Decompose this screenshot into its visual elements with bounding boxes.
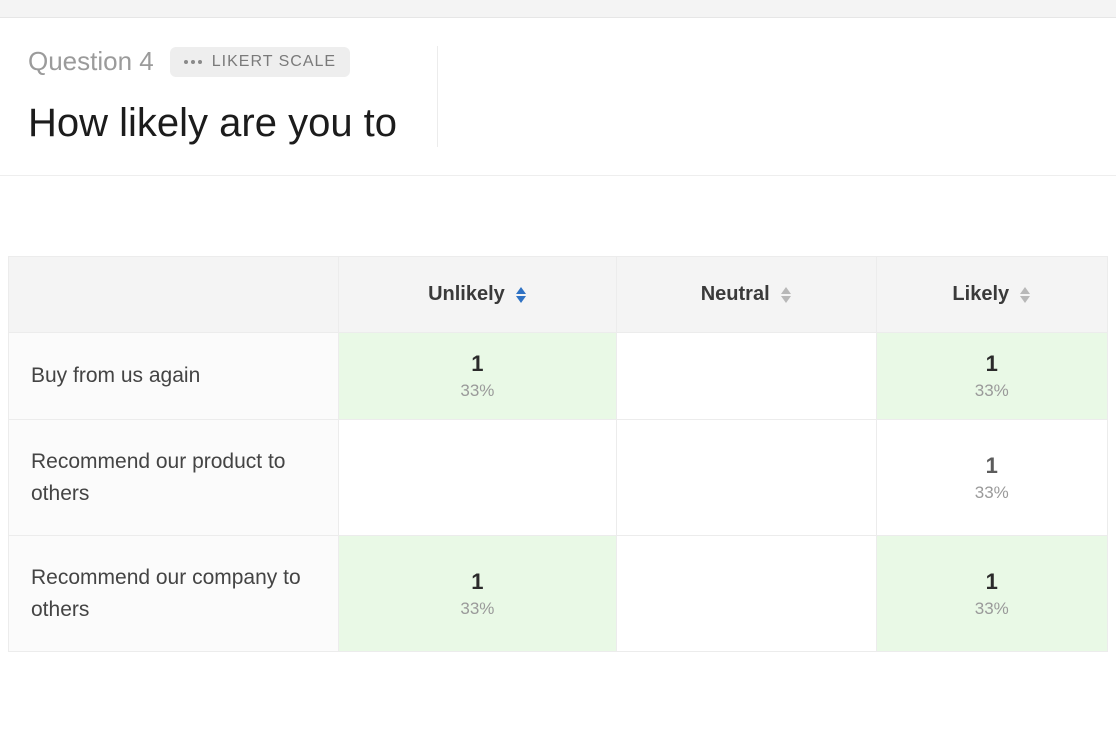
table-row: Recommend our product to others133% — [9, 420, 1108, 536]
column-header[interactable]: Likely — [876, 257, 1107, 333]
result-count: 1 — [887, 351, 1097, 377]
column-label: Neutral — [701, 283, 770, 306]
result-cell: 133% — [876, 420, 1107, 536]
result-percent: 33% — [887, 381, 1097, 401]
row-label: Buy from us again — [9, 333, 339, 420]
column-header[interactable]: Unlikely — [339, 257, 617, 333]
ellipsis-icon — [184, 60, 202, 64]
question-meta: Question 4 LIKERT SCALE — [28, 46, 397, 77]
question-type-badge: LIKERT SCALE — [170, 47, 350, 77]
row-label: Recommend our company to others — [9, 536, 339, 652]
result-cell: 133% — [876, 333, 1107, 420]
sort-icon — [780, 287, 792, 303]
result-count: 1 — [887, 453, 1097, 479]
question-type-label: LIKERT SCALE — [212, 53, 336, 71]
question-header-left: Question 4 LIKERT SCALE How likely are y… — [28, 46, 438, 147]
table-row: Recommend our company to others133%133% — [9, 536, 1108, 652]
column-header[interactable]: Neutral — [616, 257, 876, 333]
likert-body: Buy from us again133%133%Recommend our p… — [9, 333, 1108, 652]
result-count: 1 — [349, 351, 606, 377]
result-count: 1 — [349, 569, 606, 595]
top-strip — [0, 0, 1116, 18]
likert-corner-cell — [9, 257, 339, 333]
result-cell — [616, 536, 876, 652]
likert-header-row: Unlikely Neutral Likely — [9, 257, 1108, 333]
likert-results-section: UnlikelyNeutralLikely Buy from us again1… — [0, 176, 1116, 692]
question-header: Question 4 LIKERT SCALE How likely are y… — [0, 18, 1116, 176]
result-percent: 33% — [349, 599, 606, 619]
result-count: 1 — [887, 569, 1097, 595]
result-percent: 33% — [887, 599, 1097, 619]
question-text: How likely are you to — [28, 99, 397, 147]
likert-table: UnlikelyNeutralLikely Buy from us again1… — [8, 256, 1108, 652]
row-label: Recommend our product to others — [9, 420, 339, 536]
column-label: Likely — [952, 283, 1009, 306]
sort-icon — [515, 287, 527, 303]
result-percent: 33% — [349, 381, 606, 401]
result-cell — [616, 333, 876, 420]
table-row: Buy from us again133%133% — [9, 333, 1108, 420]
result-cell: 133% — [339, 536, 617, 652]
result-cell: 133% — [339, 333, 617, 420]
result-cell — [339, 420, 617, 536]
column-label: Unlikely — [428, 283, 505, 306]
result-cell — [616, 420, 876, 536]
sort-icon — [1019, 287, 1031, 303]
result-percent: 33% — [887, 483, 1097, 503]
question-number: Question 4 — [28, 46, 154, 77]
result-cell: 133% — [876, 536, 1107, 652]
